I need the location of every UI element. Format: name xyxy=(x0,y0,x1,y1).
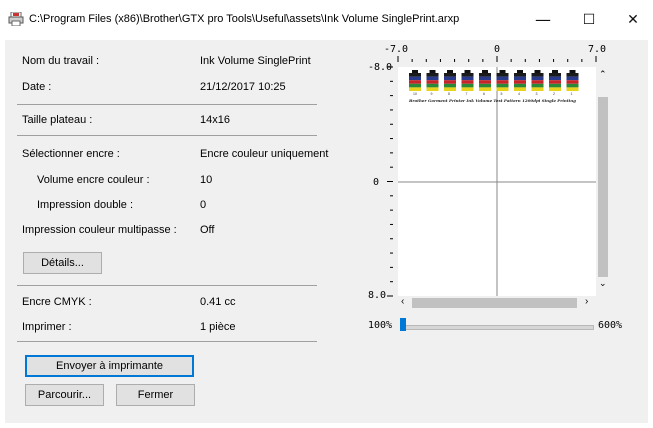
zoom-slider-track[interactable] xyxy=(402,325,594,330)
scroll-left-arrow-icon[interactable]: ‹ xyxy=(401,296,404,307)
swatch-label: 6 xyxy=(483,92,485,96)
swatch-label: 9 xyxy=(431,92,433,96)
swatch-block: 3 xyxy=(531,70,544,96)
swatch-block: 9 xyxy=(426,70,439,96)
swatch-label: 5 xyxy=(501,92,503,96)
horizontal-scrollbar[interactable]: ‹ › xyxy=(398,296,596,310)
swatch-block: 1 xyxy=(566,70,579,96)
preview-drawing: 10 9 8 7 6 5 4 3 2 1 Brother Garment Printer Ink … xyxy=(398,67,596,296)
vertical-scrollbar[interactable]: ⌃ ⌄ xyxy=(596,67,610,296)
vertical-scroll-thumb[interactable] xyxy=(598,97,608,277)
zoom-slider-thumb[interactable] xyxy=(400,318,406,331)
swatch-block: 5 xyxy=(496,70,509,96)
scroll-up-arrow-icon[interactable]: ⌃ xyxy=(599,70,607,80)
swatch-label: 7 xyxy=(466,92,468,96)
swatch-label: 3 xyxy=(536,92,538,96)
swatch-block: 10 xyxy=(409,70,421,96)
print-preview-canvas[interactable]: 10 9 8 7 6 5 4 3 2 1 Brother Garment Printer Ink … xyxy=(398,67,596,296)
swatch-block: 7 xyxy=(461,70,474,96)
swatch-label: 10 xyxy=(413,92,417,96)
scroll-right-arrow-icon[interactable]: › xyxy=(585,296,588,307)
swatch-block: 4 xyxy=(514,70,526,96)
swatch-label: 4 xyxy=(518,92,520,96)
swatch-block: 2 xyxy=(549,70,561,96)
horizontal-scroll-thumb[interactable] xyxy=(412,298,577,308)
zoom-max-label: 600% xyxy=(598,320,623,331)
scroll-down-arrow-icon[interactable]: ⌄ xyxy=(599,279,607,289)
swatch-label: 1 xyxy=(571,92,573,96)
swatch-label: 8 xyxy=(448,92,450,96)
swatch-block: 6 xyxy=(479,70,491,96)
swatch-block: 8 xyxy=(444,70,456,96)
print-caption: Brother Garment Printer Ink Volume Test … xyxy=(408,98,576,103)
swatch-label: 2 xyxy=(553,92,555,96)
zoom-min-label: 100% xyxy=(368,320,393,331)
